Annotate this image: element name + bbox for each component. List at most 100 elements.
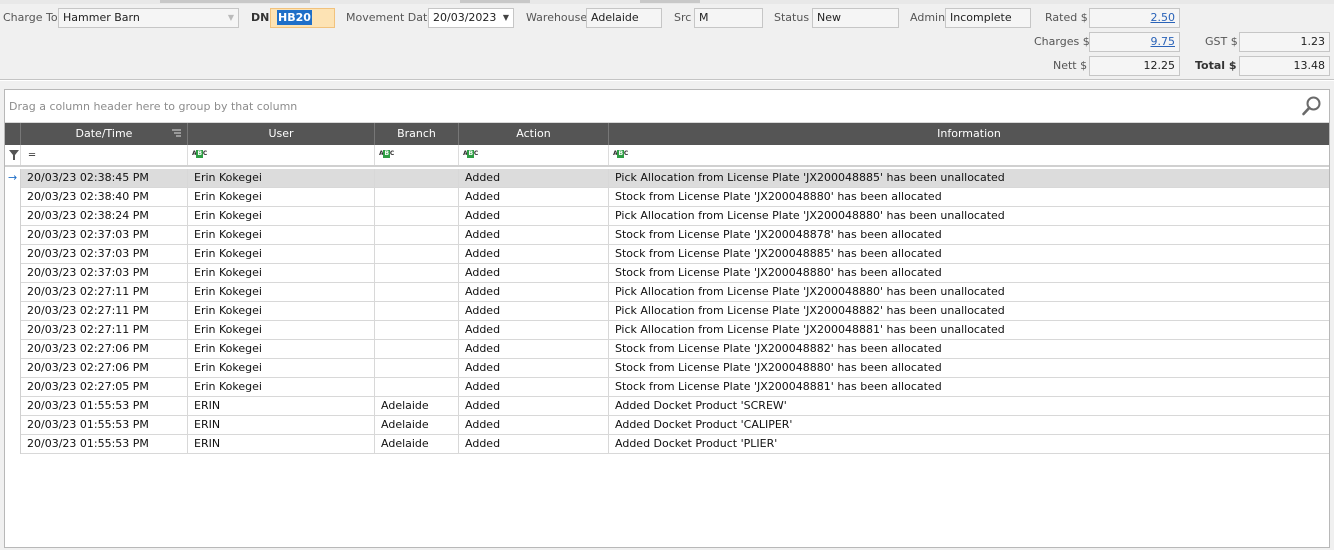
table-row[interactable]: 20/03/23 02:27:11 PM Erin Kokegei Added Pic…	[21, 321, 1329, 340]
cell-action[interactable]: Added	[459, 416, 609, 435]
cell-user[interactable]: Erin Kokegei	[188, 302, 375, 321]
filter-cell-action[interactable]: ABC	[459, 145, 609, 165]
table-row[interactable]: 20/03/23 02:37:03 PM Erin Kokegei Added Sto…	[21, 264, 1329, 283]
cell-user[interactable]: Erin Kokegei	[188, 378, 375, 397]
cell-branch[interactable]	[375, 264, 459, 283]
nett-field[interactable]: 12.25	[1089, 56, 1180, 76]
movement-date-field[interactable]: 20/03/2023 ▼	[428, 8, 514, 28]
cell-branch[interactable]	[375, 321, 459, 340]
cell-branch[interactable]	[375, 283, 459, 302]
row-indicator[interactable]: →	[5, 169, 21, 188]
cell-action[interactable]: Added	[459, 226, 609, 245]
cell-datetime[interactable]: 20/03/23 01:55:53 PM	[21, 435, 188, 454]
cell-branch[interactable]: Adelaide	[375, 416, 459, 435]
cell-datetime[interactable]: 20/03/23 02:27:11 PM	[21, 321, 188, 340]
cell-branch[interactable]	[375, 169, 459, 188]
cell-information[interactable]: Stock from License Plate 'JX200048882' h…	[609, 340, 1329, 359]
row-indicator[interactable]	[5, 416, 21, 435]
cell-information[interactable]: Stock from License Plate 'JX200048885' h…	[609, 245, 1329, 264]
cell-branch[interactable]	[375, 188, 459, 207]
cell-action[interactable]: Added	[459, 340, 609, 359]
table-row[interactable]: 20/03/23 02:27:11 PM Erin Kokegei Added Pic…	[21, 302, 1329, 321]
cell-branch[interactable]	[375, 207, 459, 226]
search-icon[interactable]	[1301, 95, 1323, 117]
filter-cell-user[interactable]: ABC	[188, 145, 375, 165]
total-field[interactable]: 13.48	[1239, 56, 1330, 76]
cell-action[interactable]: Added	[459, 359, 609, 378]
cell-action[interactable]: Added	[459, 169, 609, 188]
cell-user[interactable]: Erin Kokegei	[188, 226, 375, 245]
cell-datetime[interactable]: 20/03/23 01:55:53 PM	[21, 416, 188, 435]
rated-link[interactable]: 2.50	[1089, 8, 1180, 28]
column-header-information[interactable]: Information	[609, 123, 1329, 145]
cell-information[interactable]: Pick Allocation from License Plate 'JX20…	[609, 169, 1329, 188]
cell-branch[interactable]	[375, 378, 459, 397]
cell-action[interactable]: Added	[459, 378, 609, 397]
row-indicator[interactable]	[5, 283, 21, 302]
row-indicator[interactable]	[5, 188, 21, 207]
cell-user[interactable]: Erin Kokegei	[188, 188, 375, 207]
cell-user[interactable]: Erin Kokegei	[188, 245, 375, 264]
row-indicator[interactable]	[5, 321, 21, 340]
table-row[interactable]: 20/03/23 02:38:40 PM Erin Kokegei Added Sto…	[21, 188, 1329, 207]
row-indicator[interactable]	[5, 378, 21, 397]
cell-information[interactable]: Added Docket Product 'CALIPER'	[609, 416, 1329, 435]
filter-cell-information[interactable]: ABC	[609, 145, 1329, 165]
cell-action[interactable]: Added	[459, 207, 609, 226]
filter-cell-datetime[interactable]: ═	[21, 145, 188, 165]
table-row[interactable]: 20/03/23 02:27:05 PM Erin Kokegei Added Sto…	[21, 378, 1329, 397]
gst-field[interactable]: 1.23	[1239, 32, 1330, 52]
cell-information[interactable]: Pick Allocation from License Plate 'JX20…	[609, 207, 1329, 226]
cell-information[interactable]: Pick Allocation from License Plate 'JX20…	[609, 321, 1329, 340]
row-indicator[interactable]	[5, 435, 21, 454]
table-row[interactable]: 20/03/23 02:27:11 PM Erin Kokegei Added Pic…	[21, 283, 1329, 302]
cell-datetime[interactable]: 20/03/23 02:38:45 PM	[21, 169, 188, 188]
warehouse-field[interactable]: Adelaide	[586, 8, 662, 28]
cell-user[interactable]: Erin Kokegei	[188, 359, 375, 378]
column-header-user[interactable]: User	[188, 123, 375, 145]
cell-user[interactable]: Erin Kokegei	[188, 321, 375, 340]
table-row[interactable]: 20/03/23 01:55:53 PM ERIN Adelaide Added Add…	[21, 397, 1329, 416]
cell-action[interactable]: Added	[459, 245, 609, 264]
cell-user[interactable]: ERIN	[188, 435, 375, 454]
group-by-panel[interactable]: Drag a column header here to group by th…	[5, 90, 1329, 123]
table-row[interactable]: 20/03/23 01:55:53 PM ERIN Adelaide Added Add…	[21, 416, 1329, 435]
cell-information[interactable]: Added Docket Product 'SCREW'	[609, 397, 1329, 416]
table-row[interactable]: 20/03/23 02:38:24 PM Erin Kokegei Added Pic…	[21, 207, 1329, 226]
table-row[interactable]: 20/03/23 02:37:03 PM Erin Kokegei Added Sto…	[21, 226, 1329, 245]
cell-action[interactable]: Added	[459, 321, 609, 340]
cell-branch[interactable]	[375, 226, 459, 245]
cell-user[interactable]: Erin Kokegei	[188, 169, 375, 188]
table-row[interactable]: 20/03/23 02:38:45 PM Erin Kokegei Added Pic…	[21, 169, 1329, 188]
cell-branch[interactable]	[375, 340, 459, 359]
cell-information[interactable]: Stock from License Plate 'JX200048881' h…	[609, 378, 1329, 397]
row-indicator[interactable]	[5, 302, 21, 321]
table-row[interactable]: 20/03/23 02:37:03 PM Erin Kokegei Added Sto…	[21, 245, 1329, 264]
cell-user[interactable]: ERIN	[188, 397, 375, 416]
cell-datetime[interactable]: 20/03/23 02:38:40 PM	[21, 188, 188, 207]
cell-datetime[interactable]: 20/03/23 02:37:03 PM	[21, 245, 188, 264]
cell-datetime[interactable]: 20/03/23 02:27:05 PM	[21, 378, 188, 397]
cell-information[interactable]: Pick Allocation from License Plate 'JX20…	[609, 302, 1329, 321]
cell-action[interactable]: Added	[459, 302, 609, 321]
status-field[interactable]: New	[812, 8, 899, 28]
cell-user[interactable]: Erin Kokegei	[188, 340, 375, 359]
cell-datetime[interactable]: 20/03/23 02:27:06 PM	[21, 359, 188, 378]
cell-datetime[interactable]: 20/03/23 02:27:06 PM	[21, 340, 188, 359]
column-header-action[interactable]: Action	[459, 123, 609, 145]
cell-user[interactable]: Erin Kokegei	[188, 207, 375, 226]
table-row[interactable]: 20/03/23 02:27:06 PM Erin Kokegei Added Sto…	[21, 340, 1329, 359]
cell-information[interactable]: Stock from License Plate 'JX200048880' h…	[609, 359, 1329, 378]
cell-action[interactable]: Added	[459, 264, 609, 283]
cell-action[interactable]: Added	[459, 397, 609, 416]
cell-datetime[interactable]: 20/03/23 02:37:03 PM	[21, 226, 188, 245]
cell-branch[interactable]	[375, 302, 459, 321]
sort-icon[interactable]	[172, 129, 181, 138]
column-header-branch[interactable]: Branch	[375, 123, 459, 145]
cell-information[interactable]: Stock from License Plate 'JX200048878' h…	[609, 226, 1329, 245]
admin-field[interactable]: Incomplete	[945, 8, 1031, 28]
cell-information[interactable]: Stock from License Plate 'JX200048880' h…	[609, 188, 1329, 207]
cell-datetime[interactable]: 20/03/23 02:38:24 PM	[21, 207, 188, 226]
row-indicator[interactable]	[5, 340, 21, 359]
column-header-datetime[interactable]: Date/Time	[21, 123, 188, 145]
